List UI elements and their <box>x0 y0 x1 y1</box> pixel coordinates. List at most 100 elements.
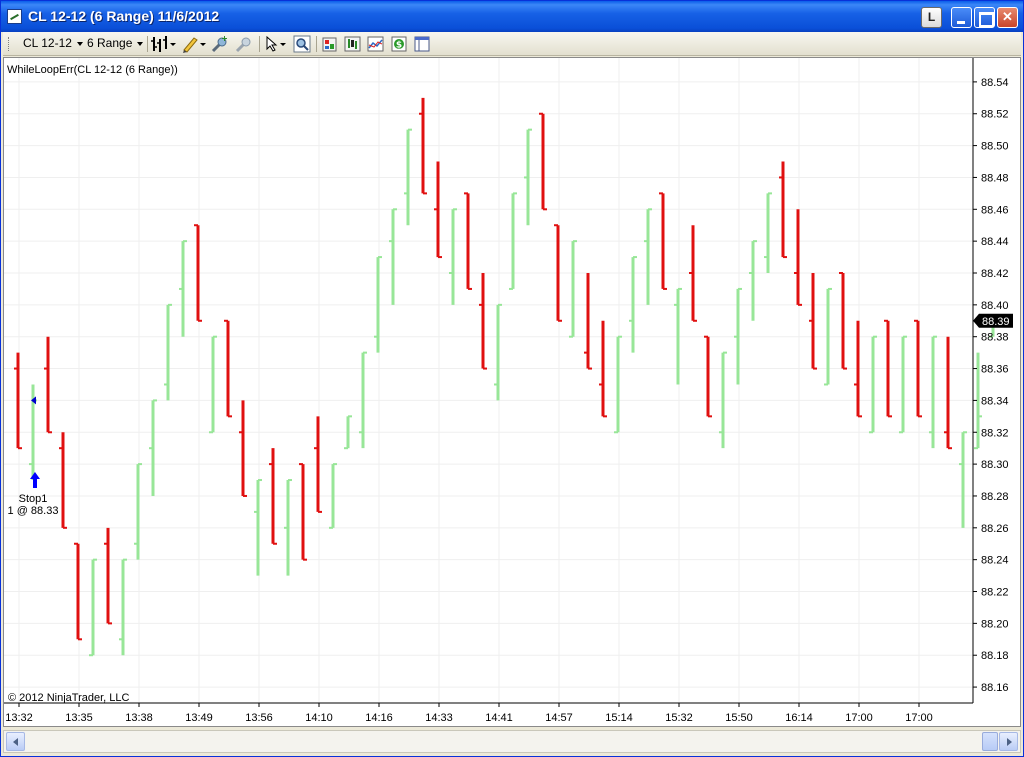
time-tick-label: 15:14 <box>605 712 633 724</box>
up-bar <box>959 431 967 528</box>
time-tick-label: 13:56 <box>245 712 273 724</box>
price-tick-label: 88.44 <box>981 236 1009 248</box>
price-tick-label: 88.32 <box>981 427 1009 439</box>
price-tick-label: 88.24 <box>981 555 1009 567</box>
toolbar-separator <box>316 36 317 52</box>
price-tick-label: 88.34 <box>981 395 1009 407</box>
period-dropdown[interactable]: 6 Range <box>87 36 144 50</box>
price-tick-label: 88.36 <box>981 364 1009 376</box>
price-tick-label: 88.46 <box>981 204 1009 216</box>
price-tick-label: 88.16 <box>981 682 1009 694</box>
up-bar <box>644 208 652 305</box>
up-bar <box>89 558 97 657</box>
magnifier-icon[interactable] <box>293 35 311 53</box>
down-bar <box>839 272 847 370</box>
time-tick-label: 14:41 <box>485 712 513 724</box>
up-bar <box>389 208 397 305</box>
up-bar <box>614 335 622 434</box>
down-bar <box>59 432 67 529</box>
price-tick-label: 88.28 <box>981 491 1009 503</box>
price-tick-label: 88.26 <box>981 523 1009 535</box>
down-bar <box>794 209 802 306</box>
minimize-button[interactable] <box>951 7 972 28</box>
svg-text:$: $ <box>396 41 402 51</box>
window-linking-icon[interactable] <box>413 35 431 53</box>
toolbar-separator <box>259 36 260 52</box>
up-bar <box>929 335 937 449</box>
up-bar <box>179 240 187 337</box>
window-title: CL 12-12 (6 Range) 11/6/2012 <box>28 8 220 24</box>
down-bar <box>944 336 952 450</box>
time-tick-label: 13:35 <box>65 712 93 724</box>
zoom-out-icon[interactable] <box>235 35 253 53</box>
down-bar <box>704 335 712 418</box>
last-price-marker: 88.39 <box>973 313 1013 328</box>
last-price-label: 88.39 <box>982 316 1010 328</box>
copyright-label: © 2012 NinjaTrader, LLC <box>8 692 129 704</box>
chevron-down-icon <box>137 41 144 46</box>
down-bar <box>44 336 52 434</box>
up-bar <box>494 303 502 401</box>
price-tick-label: 88.52 <box>981 109 1009 121</box>
chart-title: WhileLoopErr(CL 12-12 (6 Range)) <box>7 64 178 76</box>
up-bar <box>119 558 127 656</box>
pencil-draw-icon[interactable] <box>181 35 207 53</box>
chart-app-icon <box>7 9 22 24</box>
link-button[interactable]: L <box>921 7 942 28</box>
price-tick-label: 88.50 <box>981 141 1009 153</box>
up-bar <box>209 335 217 434</box>
chart-panel[interactable]: 88.16 88.18 88.20 88.22 88.24 88.26 88.28 88.30… <box>3 57 1021 727</box>
price-tick-label: 88.30 <box>981 459 1009 471</box>
up-bar <box>899 335 907 434</box>
time-tick-label: 13:32 <box>5 712 33 724</box>
instrument-label: CL 12-12 <box>23 36 72 50</box>
time-axis[interactable]: 13:32 13:35 13:38 13:49 13:56 14:10 14:16 14:33… <box>5 703 933 724</box>
down-bar <box>299 463 307 561</box>
time-tick-label: 14:57 <box>545 712 573 724</box>
indicators-icon[interactable] <box>367 35 385 53</box>
time-tick-label: 14:10 <box>305 712 333 724</box>
strategies-icon[interactable] <box>344 35 362 53</box>
instrument-dropdown[interactable]: CL 12-12 <box>23 36 83 50</box>
up-bar <box>749 240 757 321</box>
maximize-button[interactable] <box>974 7 995 28</box>
down-bar <box>239 400 247 497</box>
time-tick-label: 17:00 <box>845 712 873 724</box>
scroll-left-button[interactable] <box>6 732 25 751</box>
zoom-in-icon[interactable] <box>211 35 229 53</box>
price-tick-label: 88.38 <box>981 332 1009 344</box>
fill-label: 1 @ 88.33 <box>8 505 59 517</box>
price-tick-label: 88.42 <box>981 268 1009 280</box>
time-tick-label: 14:16 <box>365 712 393 724</box>
price-tick-label: 88.54 <box>981 77 1009 89</box>
time-tick-label: 14:33 <box>425 712 453 724</box>
stop-label: Stop1 <box>19 493 48 505</box>
bar-style-icon[interactable] <box>151 35 177 53</box>
down-bar <box>809 273 817 370</box>
pointer-icon[interactable] <box>263 35 289 53</box>
chevron-down-icon <box>76 41 83 46</box>
up-bar <box>569 240 577 338</box>
toolbar-grip[interactable] <box>8 37 11 51</box>
up-bar <box>164 303 172 401</box>
horizontal-scrollbar[interactable] <box>3 730 1021 753</box>
price-tick-label: 88.18 <box>981 650 1009 662</box>
scroll-thumb[interactable] <box>982 732 998 751</box>
period-label: 6 Range <box>87 36 133 50</box>
close-button[interactable]: ✕ <box>997 7 1018 28</box>
scroll-right-button[interactable] <box>999 732 1018 751</box>
time-tick-label: 15:50 <box>725 712 753 724</box>
down-bar <box>584 273 592 370</box>
price-chart[interactable]: 88.16 88.18 88.20 88.22 88.24 88.26 88.28 88.30… <box>4 58 1020 726</box>
toolbar-separator <box>147 36 148 52</box>
down-bar <box>539 112 547 211</box>
price-tick-label: 88.48 <box>981 172 1009 184</box>
title-bar[interactable]: CL 12-12 (6 Range) 11/6/2012 L ✕ <box>1 1 1023 32</box>
properties-icon[interactable] <box>321 35 339 53</box>
price-tick-label: 88.40 <box>981 300 1009 312</box>
up-bar <box>134 463 142 560</box>
chart-window: CL 12-12 (6 Range) 11/6/2012 L ✕ CL 12-1… <box>0 0 1024 757</box>
data-box-icon[interactable]: $ <box>390 35 408 53</box>
price-bars <box>14 97 997 657</box>
down-bar <box>104 527 112 625</box>
